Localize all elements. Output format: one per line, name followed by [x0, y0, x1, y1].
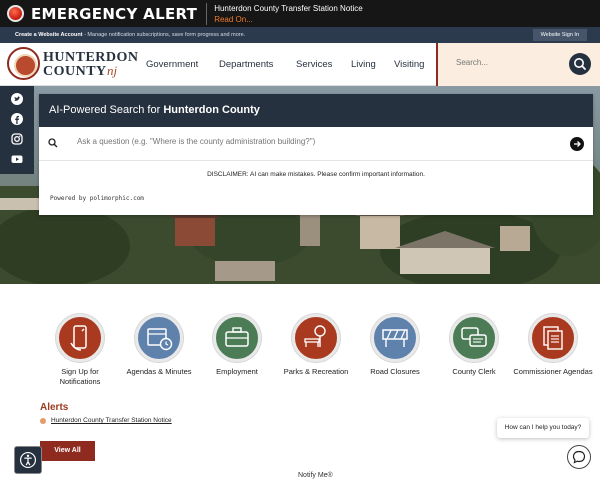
- ai-disclaimer: DISCLAIMER: AI can make mistakes. Please…: [207, 171, 425, 178]
- alert-bullet-icon: [40, 418, 46, 424]
- briefcase-icon: [213, 314, 261, 362]
- road-barrier-icon: [371, 314, 419, 362]
- site-header: HUNTERDON COUNTY nj Government Departmen…: [0, 43, 600, 86]
- ai-heading-prefix: AI-Powered Search for: [49, 104, 164, 116]
- quick-link-notifications[interactable]: Sign Up for Notifications: [40, 298, 120, 387]
- quick-links: Sign Up for Notifications Agendas & Minu…: [0, 298, 600, 398]
- quick-link-label: Parks & Recreation: [283, 367, 349, 376]
- social-sidebar: [0, 86, 34, 174]
- alerts-heading: Alerts: [40, 402, 69, 413]
- park-bench-icon: [292, 314, 340, 362]
- ai-question-input[interactable]: [77, 137, 537, 146]
- quick-link-label: Road Closures: [370, 367, 420, 376]
- emergency-alert-bar: EMERGENCY ALERT Hunterdon County Transfe…: [0, 0, 600, 27]
- emergency-text: Hunterdon County Transfer Station Notice…: [214, 3, 363, 25]
- read-on-link[interactable]: Read On...: [214, 14, 363, 25]
- chat-button[interactable]: [567, 445, 591, 469]
- calendar-clock-icon: [135, 314, 183, 362]
- ai-submit-button[interactable]: [570, 137, 584, 151]
- site-search-input[interactable]: [456, 58, 556, 67]
- nav-living[interactable]: Living: [351, 59, 376, 70]
- quick-link-employment[interactable]: Employment: [197, 298, 277, 377]
- account-bar: Create a Website Account - Manage notifi…: [0, 27, 600, 43]
- accessibility-icon: [19, 451, 37, 469]
- logo-text-nj: nj: [107, 63, 118, 78]
- nav-visiting[interactable]: Visiting: [394, 59, 424, 70]
- quick-link-county-clerk[interactable]: County Clerk: [434, 298, 514, 377]
- instagram-icon[interactable]: [11, 133, 23, 145]
- quick-link-parks[interactable]: Parks & Recreation: [276, 298, 356, 377]
- account-message-rest: - Manage notification subscriptions, sav…: [82, 32, 246, 38]
- quick-link-agendas[interactable]: Agendas & Minutes: [119, 298, 199, 377]
- arrow-right-icon: [574, 141, 581, 147]
- facebook-icon[interactable]: [11, 113, 23, 125]
- chat-prompt[interactable]: How can I help you today?: [497, 418, 589, 438]
- search-icon: [574, 58, 586, 70]
- documents-icon: [529, 314, 577, 362]
- divider: [206, 2, 208, 25]
- ai-search-row: [39, 127, 593, 161]
- emergency-title: EMERGENCY ALERT: [31, 4, 198, 23]
- powered-by-link[interactable]: Powered by polimorphic.com: [50, 195, 144, 202]
- county-seal-logo[interactable]: [7, 47, 40, 80]
- accessibility-button[interactable]: [14, 446, 42, 474]
- search-icon: [48, 138, 58, 148]
- search-button[interactable]: [569, 53, 591, 75]
- logo-text-county[interactable]: COUNTY: [43, 64, 107, 80]
- ai-search-panel: AI-Powered Search for Hunterdon County D…: [39, 94, 593, 215]
- quick-link-label: Sign Up for Notifications: [59, 367, 101, 386]
- quick-link-road-closures[interactable]: Road Closures: [355, 298, 435, 377]
- ai-heading-county: Hunterdon County: [163, 104, 260, 116]
- site-search: [436, 43, 600, 86]
- youtube-icon[interactable]: [11, 153, 23, 165]
- account-message: Create a Website Account - Manage notifi…: [15, 32, 245, 38]
- chat-icon: [572, 450, 586, 464]
- quick-link-label: County Clerk: [452, 367, 496, 376]
- quick-link-label: Employment: [216, 367, 258, 376]
- quick-link-label: Agendas & Minutes: [126, 367, 192, 376]
- phone-notification-icon: [56, 314, 104, 362]
- quick-link-commissioner-agendas[interactable]: Commissioner Agendas: [513, 298, 593, 377]
- create-account-link[interactable]: Create a Website Account: [15, 32, 83, 38]
- quick-link-label: Commissioner Agendas: [513, 367, 593, 376]
- nav-government[interactable]: Government: [146, 59, 198, 70]
- sign-in-button[interactable]: Website Sign In: [532, 29, 587, 41]
- ai-search-heading: AI-Powered Search for Hunterdon County: [39, 94, 593, 127]
- twitter-icon[interactable]: [11, 93, 23, 105]
- chat-bubbles-icon: [450, 314, 498, 362]
- alert-item-link[interactable]: Hunterdon County Transfer Station Notice: [51, 417, 172, 424]
- view-all-button[interactable]: View All: [40, 441, 95, 461]
- nav-departments[interactable]: Departments: [219, 59, 273, 70]
- emergency-notice: Hunterdon County Transfer Station Notice: [214, 3, 363, 13]
- alert-siren-icon: [7, 5, 24, 22]
- notify-me-link[interactable]: Notify Me®: [298, 472, 333, 479]
- nav-services[interactable]: Services: [296, 59, 332, 70]
